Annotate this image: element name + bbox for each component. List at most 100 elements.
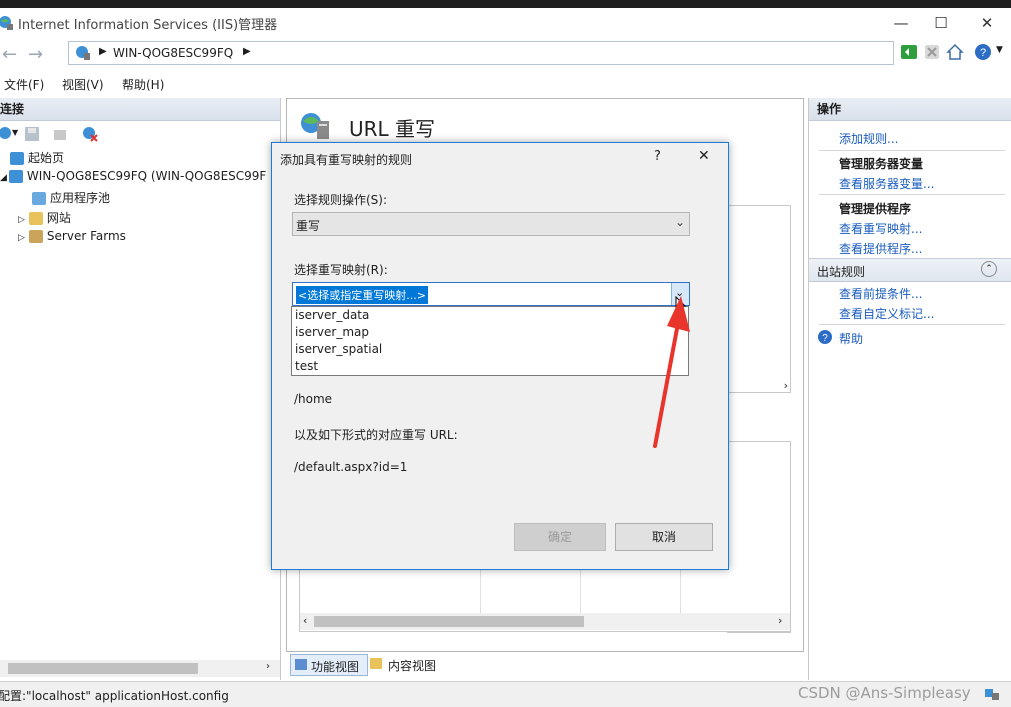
collapse-arrow-icon[interactable]: ◢ — [0, 173, 7, 183]
title-bar: Internet Information Services (IIS)管理器 —… — [0, 8, 1011, 36]
tab-label: 功能视图 — [311, 660, 360, 674]
breadcrumb-separator-icon: ▶ — [99, 46, 107, 57]
window-title: Internet Information Services (IIS)管理器 — [18, 18, 278, 33]
dialog-close-button[interactable]: ✕ — [698, 148, 710, 164]
divider — [819, 324, 1005, 325]
outbound-rules-header[interactable]: 出站规则 ⌃ — [809, 258, 1011, 282]
tree-item-server-farms[interactable]: ▷ Server Farms — [18, 229, 126, 243]
expand-arrow-icon[interactable]: ▷ — [18, 215, 25, 225]
rules-list-frame: › — [727, 205, 791, 393]
tree-label: 网站 — [46, 211, 71, 225]
rule-action-label: 选择规则操作(S): — [294, 193, 388, 207]
back-arrow-icon[interactable]: ← — [2, 44, 17, 65]
taskbar-strip — [0, 0, 1011, 8]
scroll-thumb[interactable] — [314, 616, 584, 627]
example-path: /home — [294, 392, 333, 406]
scroll-right-arrow-icon[interactable]: › — [784, 379, 788, 392]
maximize-button[interactable]: ☐ — [918, 12, 964, 34]
disconnect-icon[interactable] — [82, 126, 98, 142]
example-description: 以及如下形式的对应重写 URL: — [294, 428, 458, 442]
scroll-left-arrow-icon[interactable]: ‹ — [303, 614, 307, 627]
menu-view[interactable]: 视图(V) — [62, 76, 104, 93]
actions-pane: 操作 添加规则... 管理服务器变量 查看服务器变量... 管理提供程序 查看重… — [808, 98, 1011, 680]
scroll-right-arrow-icon[interactable]: › — [778, 614, 782, 627]
help-icon: ? — [818, 330, 832, 344]
tab-feature-view[interactable]: 功能视图 — [290, 654, 368, 676]
tree-item-app-pools[interactable]: 应用程序池 — [32, 189, 110, 206]
stop-icon[interactable] — [924, 44, 940, 60]
ok-button[interactable]: 确定 — [514, 523, 606, 551]
help-link[interactable]: 帮助 — [839, 330, 863, 347]
start-page-icon — [10, 152, 24, 165]
view-providers-link[interactable]: 查看提供程序... — [839, 240, 922, 257]
list-horizontal-scrollbar[interactable]: ‹ › — [300, 613, 790, 630]
dropdown-option[interactable]: iserver_map — [295, 325, 369, 339]
connect-dropdown-icon[interactable]: ▼ — [12, 128, 18, 137]
dropdown-option[interactable]: iserver_data — [295, 308, 369, 322]
add-rule-link[interactable]: 添加规则... — [839, 130, 898, 147]
tree-label: WIN-QOG8ESC99FQ (WIN-QOG8ESC99F — [26, 169, 267, 183]
status-text: 配置:"localhost" applicationHost.config — [0, 689, 229, 703]
horizontal-scrollbar[interactable]: › — [0, 660, 280, 677]
view-custom-tags-link[interactable]: 查看自定义标记... — [839, 305, 934, 322]
dialog-help-button[interactable]: ? — [654, 149, 661, 164]
column-divider — [480, 569, 481, 613]
rule-action-select[interactable]: 重写 ⌄ — [292, 212, 690, 236]
view-preconditions-link[interactable]: 查看前提条件... — [839, 285, 922, 302]
close-window-button[interactable]: ✕ — [964, 12, 1010, 34]
dropdown-option[interactable]: test — [295, 359, 318, 373]
cancel-button[interactable]: 取消 — [615, 523, 713, 551]
url-rewrite-icon — [301, 113, 329, 139]
scroll-right-arrow-icon[interactable]: › — [266, 661, 270, 672]
forward-arrow-icon[interactable]: → — [28, 44, 43, 65]
feature-view-icon — [295, 659, 307, 670]
expand-arrow-icon[interactable]: ▷ — [18, 233, 25, 243]
save-icon[interactable] — [24, 126, 40, 142]
tab-content-view[interactable]: 内容视图 — [368, 654, 448, 674]
watermark: CSDN @Ans-Simpleasy — [798, 684, 971, 702]
breadcrumb-expand-icon[interactable]: ▶ — [243, 46, 251, 57]
server-variables-heading: 管理服务器变量 — [839, 157, 924, 171]
dropdown-option[interactable]: iserver_spatial — [295, 342, 382, 356]
tree-label: Server Farms — [46, 229, 126, 243]
view-server-variables-link[interactable]: 查看服务器变量... — [839, 175, 934, 192]
red-annotation-arrow-icon — [653, 296, 690, 448]
collapse-section-icon[interactable]: ⌃ — [981, 261, 997, 277]
tree-item-sites[interactable]: ▷ 网站 — [18, 209, 71, 226]
rewrite-map-input[interactable]: <选择或指定重写映射...> — [294, 285, 670, 304]
connections-header: 连接 — [0, 98, 280, 121]
connections-pane: 连接 ▼ 起始页 ◢ WIN-QOG8ESC99FQ (WIN-QOG8ESC99… — [0, 98, 281, 680]
rewrite-map-combobox[interactable]: <选择或指定重写映射...> ⌄ — [292, 282, 690, 306]
home-icon[interactable] — [946, 43, 964, 61]
column-divider — [680, 569, 681, 613]
server-node-icon — [8, 170, 23, 183]
help-dropdown-icon[interactable]: ▼ — [996, 45, 1003, 55]
column-divider — [580, 569, 581, 613]
chevron-down-icon: ⌄ — [674, 215, 685, 229]
server-farms-icon — [28, 230, 43, 243]
tab-label: 内容视图 — [388, 659, 437, 673]
list-bottom-frame: ‹ › — [299, 569, 791, 632]
refresh-icon[interactable] — [900, 44, 918, 60]
network-status-icon — [985, 689, 999, 700]
app-pool-icon — [32, 192, 46, 205]
page-title: URL 重写 — [349, 117, 436, 141]
outbound-rules-title: 出站规则 — [817, 265, 866, 279]
divider — [819, 150, 1005, 151]
address-bar[interactable]: ▶ WIN-QOG8ESC99FQ ▶ — [68, 41, 894, 65]
help-icon[interactable]: ? — [974, 43, 992, 61]
menu-file[interactable]: 文件(F) — [4, 76, 44, 93]
tree-label: 应用程序池 — [50, 191, 111, 205]
divider — [819, 194, 1005, 195]
tree-item-start-page[interactable]: 起始页 — [10, 149, 64, 166]
menu-help[interactable]: 帮助(H) — [122, 76, 164, 93]
content-view-icon — [370, 658, 382, 669]
rewrite-map-dropdown-list: iserver_data iserver_map iserver_spatial… — [291, 306, 689, 376]
menu-bar: 文件(F) 视图(V) 帮助(H) — [0, 72, 1011, 96]
scroll-thumb[interactable] — [8, 663, 198, 674]
view-rewrite-maps-link[interactable]: 查看重写映射... — [839, 220, 922, 237]
up-level-icon[interactable] — [52, 126, 68, 142]
tree-item-server[interactable]: ◢ WIN-QOG8ESC99FQ (WIN-QOG8ESC99F — [0, 169, 266, 183]
rule-action-value: 重写 — [296, 219, 321, 233]
address-path: WIN-QOG8ESC99FQ — [113, 46, 234, 60]
